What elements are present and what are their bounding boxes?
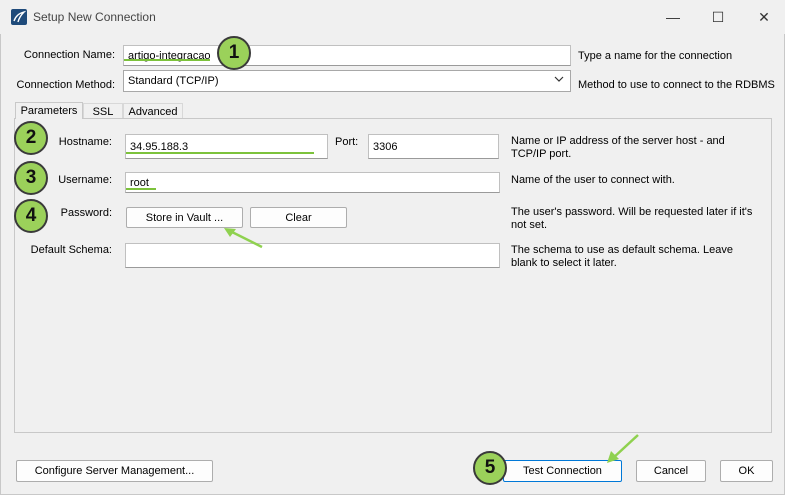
workbench-app-icon xyxy=(11,9,27,25)
maximize-icon[interactable]: ☐ xyxy=(705,4,731,30)
connection-method-select[interactable]: Standard (TCP/IP) xyxy=(123,70,571,92)
minimize-icon[interactable]: — xyxy=(660,4,686,30)
annotation-badge-3: 3 xyxy=(14,161,48,195)
username-value: root xyxy=(130,176,149,189)
hostname-input[interactable]: 34.95.188.3 xyxy=(125,134,328,159)
annotation-badge-1: 1 xyxy=(217,36,251,70)
connection-name-input[interactable]: artigo-integracao xyxy=(123,45,571,66)
annotation-underline-hostname xyxy=(126,152,314,154)
annotation-underline-name xyxy=(124,59,210,61)
configure-server-management-button[interactable]: Configure Server Management... xyxy=(16,460,213,482)
default-schema-label: Default Schema: xyxy=(30,244,112,256)
close-icon[interactable]: ✕ xyxy=(751,4,777,30)
annotation-badge-4: 4 xyxy=(14,199,48,233)
cancel-button[interactable]: Cancel xyxy=(636,460,706,482)
connection-method-help: Method to use to connect to the RDBMS xyxy=(578,79,775,91)
annotation-arrow-vault-icon xyxy=(224,228,263,249)
ok-button[interactable]: OK xyxy=(720,460,773,482)
window-title: Setup New Connection xyxy=(33,10,156,24)
chevron-down-icon xyxy=(554,74,564,87)
connection-name-label: Connection Name: xyxy=(23,49,115,61)
connection-method-value: Standard (TCP/IP) xyxy=(128,75,219,87)
default-schema-input[interactable] xyxy=(125,243,500,268)
hostname-value: 34.95.188.3 xyxy=(130,140,189,153)
connection-name-help: Type a name for the connection xyxy=(578,50,733,62)
port-label: Port: xyxy=(335,136,359,148)
username-input[interactable]: root xyxy=(125,172,500,193)
port-input[interactable]: 3306 xyxy=(368,134,499,159)
tab-parameters[interactable]: Parameters xyxy=(15,102,83,119)
annotation-badge-5: 5 xyxy=(473,451,507,485)
port-value: 3306 xyxy=(373,140,398,153)
password-help: The user's password. Will be requested l… xyxy=(511,206,753,231)
parameters-panel xyxy=(14,118,772,433)
username-help: Name of the user to connect with. xyxy=(511,174,675,186)
connection-method-label: Connection Method: xyxy=(16,79,115,91)
hostname-help: Name or IP address of the server host - … xyxy=(511,135,725,160)
annotation-underline-username xyxy=(126,188,156,190)
default-schema-help: The schema to use as default schema. Lea… xyxy=(511,244,733,269)
annotation-arrow-test-icon xyxy=(607,434,639,463)
annotation-badge-2: 2 xyxy=(14,121,48,155)
